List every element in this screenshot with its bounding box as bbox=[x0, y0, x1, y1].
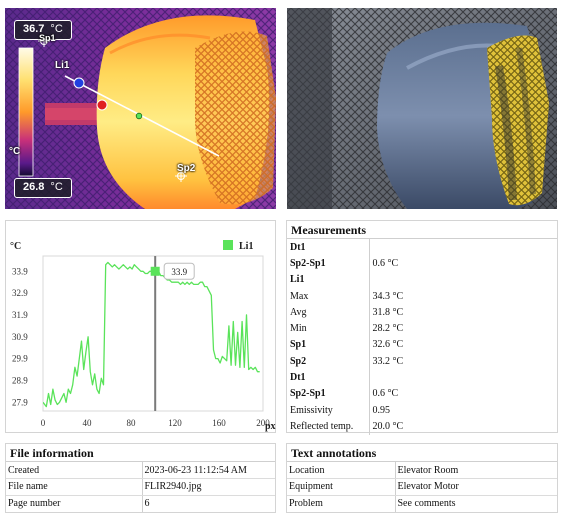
file-name-value: FLIR2940.jpg bbox=[142, 478, 275, 496]
measurement-label: Sp1 bbox=[287, 336, 370, 354]
problem-label: Problem bbox=[287, 495, 396, 512]
measurement-value: 32.6 °C bbox=[372, 339, 404, 351]
min-temp-box: 26.8 °C bbox=[14, 178, 72, 198]
table-row: Sp2 33.2 °C bbox=[287, 353, 557, 370]
table-row: Sp1 32.6 °C bbox=[287, 336, 557, 354]
cursor-tooltip-value: 33.9 bbox=[171, 267, 187, 277]
plot-area: 27.928.929.930.931.932.933.90 40 80 120 160 2… bbox=[12, 255, 270, 428]
location-label: Location bbox=[287, 462, 396, 479]
plot-frame bbox=[42, 255, 264, 412]
min-temp-unit: °C bbox=[50, 181, 63, 193]
x-tick-label: 120 bbox=[168, 418, 182, 428]
table-row: Reflected temp. 20.0 °C bbox=[287, 418, 557, 435]
measurement-value bbox=[369, 369, 557, 385]
page-number-value: 6 bbox=[144, 498, 150, 509]
table-row: Created 2023-06-23 11:12:54 AM bbox=[6, 462, 275, 479]
measurement-label: Reflected temp. bbox=[287, 418, 370, 435]
measurement-label: Min bbox=[287, 320, 370, 337]
file-created-label: Created bbox=[6, 462, 143, 479]
measurement-value: 28.2 °C bbox=[372, 323, 404, 335]
x-tick-label: 0 bbox=[41, 418, 46, 428]
table-row: Sp2-Sp1 0.6 °C bbox=[287, 255, 557, 272]
series-line-li1 bbox=[43, 261, 260, 408]
measurement-value: 0.95 bbox=[372, 404, 391, 416]
problem-value: See comments bbox=[397, 498, 456, 509]
measurement-label: Emissivity bbox=[287, 401, 370, 419]
chart-x-unit: px bbox=[265, 421, 276, 432]
y-tick-label: 32.9 bbox=[12, 288, 28, 298]
measurement-value: 0.6 °C bbox=[372, 388, 399, 400]
page-number-label: Page number bbox=[6, 495, 143, 512]
file-info-panel: File information Created 2023-06-23 11:1… bbox=[5, 443, 276, 513]
cursor-point bbox=[150, 266, 160, 276]
x-tick-label: 40 bbox=[83, 418, 93, 428]
y-tick-label: 31.9 bbox=[12, 310, 28, 320]
measurement-label: Sp2-Sp1 bbox=[287, 385, 370, 402]
x-tick-label: 160 bbox=[212, 418, 226, 428]
table-row: Sp2-Sp1 0.6 °C bbox=[287, 385, 557, 402]
table-row: Max 34.3 °C bbox=[287, 287, 557, 305]
location-value: Elevator Room bbox=[395, 462, 557, 479]
text-annotations-table: Location Elevator Room Equipment Elevato… bbox=[287, 462, 557, 512]
table-row: Min 28.2 °C bbox=[287, 320, 557, 337]
table-row: File name FLIR2940.jpg bbox=[6, 478, 275, 496]
file-info-title: File information bbox=[6, 444, 275, 462]
measurement-value: 31.8 °C bbox=[372, 306, 404, 318]
chart-canvas: °C Li1 27.9 28.9 29.9 30.9 31.9 32.9 33.9 0 40 80… bbox=[10, 240, 276, 432]
chart-y-unit: °C bbox=[10, 241, 21, 252]
measurement-value: 33.2 °C bbox=[372, 355, 404, 367]
visual-photo bbox=[287, 8, 557, 209]
scale-unit-label: °C bbox=[9, 146, 21, 157]
measurements-panel: Measurements Dt1 Sp2-Sp1 0.6 °C Li1 Max 34.3 … bbox=[286, 220, 558, 435]
measurement-label: Sp2 bbox=[287, 353, 370, 370]
min-temp-value: 26.8 bbox=[23, 181, 45, 193]
table-row: Li1 bbox=[287, 271, 557, 288]
y-tick-label: 33.9 bbox=[12, 266, 28, 276]
measurement-value: 0.6 °C bbox=[372, 257, 399, 269]
spot1-marker-label: Sp1 bbox=[39, 33, 56, 43]
thermal-image: 36.7 °C °C 26.8 °C Li1 Sp1 Sp2 bbox=[5, 8, 276, 209]
measurement-label: Max bbox=[287, 287, 370, 305]
file-created-value: 2023-06-23 11:12:54 AM bbox=[142, 462, 275, 479]
equipment-label: Equipment bbox=[287, 478, 396, 496]
table-row: Dt1 bbox=[287, 239, 557, 256]
y-tick-label: 30.9 bbox=[12, 332, 28, 342]
measurement-label: Dt1 bbox=[287, 369, 370, 386]
file-info-table: Created 2023-06-23 11:12:54 AM File name… bbox=[6, 462, 275, 512]
text-annotations-panel: Text annotations Location Elevator Room … bbox=[286, 443, 558, 513]
y-tick-label: 28.9 bbox=[12, 375, 28, 385]
measurement-label: Li1 bbox=[287, 271, 370, 288]
measurements-table: Dt1 Sp2-Sp1 0.6 °C Li1 Max 34.3 °C Avg 31.8 °C M… bbox=[287, 239, 557, 435]
table-row: Location Elevator Room bbox=[287, 462, 557, 479]
y-tick-label: 29.9 bbox=[12, 354, 28, 364]
y-tick-label: 27.9 bbox=[12, 397, 28, 407]
table-row: Dt1 bbox=[287, 369, 557, 386]
text-annotations-title: Text annotations bbox=[287, 444, 557, 462]
measurement-value bbox=[369, 239, 557, 255]
measurement-value bbox=[369, 272, 557, 288]
measurement-label: Avg bbox=[287, 304, 370, 321]
table-row: Page number 6 bbox=[6, 495, 275, 512]
legend-label: Li1 bbox=[239, 241, 253, 252]
equipment-value: Elevator Motor bbox=[395, 478, 557, 496]
measurements-title: Measurements bbox=[287, 221, 557, 239]
table-row: Problem See comments bbox=[287, 495, 557, 512]
measurement-value: 34.3 °C bbox=[372, 290, 404, 302]
table-row: Avg 31.8 °C bbox=[287, 304, 557, 321]
line-profile-chart: °C Li1 27.9 28.9 29.9 30.9 31.9 32.9 33.9 0 40 80… bbox=[5, 220, 276, 433]
measurement-label: Sp2-Sp1 bbox=[287, 255, 370, 272]
table-row: Equipment Elevator Motor bbox=[287, 478, 557, 496]
visual-photo-graphic bbox=[287, 8, 557, 209]
measurement-value: 20.0 °C bbox=[372, 420, 404, 432]
legend-swatch bbox=[223, 240, 233, 250]
file-name-label: File name bbox=[6, 478, 143, 496]
measurement-label: Dt1 bbox=[287, 239, 370, 256]
table-row: Emissivity 0.95 bbox=[287, 401, 557, 419]
line-marker-label: Li1 bbox=[55, 60, 70, 71]
spot2-marker-label: Sp2 bbox=[177, 163, 196, 174]
x-tick-label: 80 bbox=[127, 418, 137, 428]
